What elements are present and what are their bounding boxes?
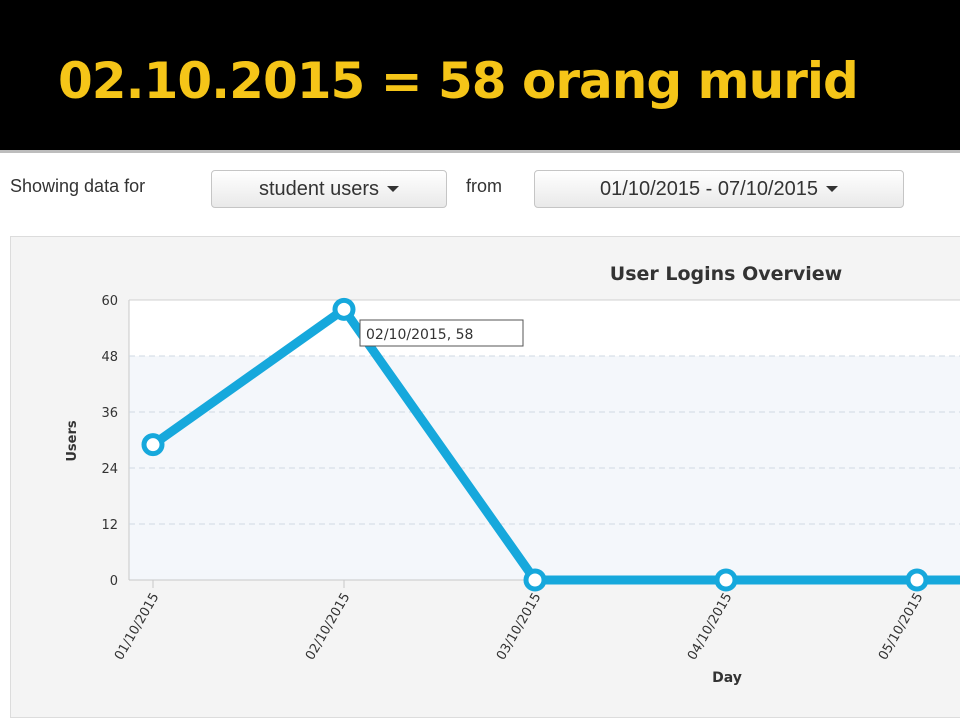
data-point (141, 433, 165, 457)
chart-title: User Logins Overview (610, 263, 842, 285)
x-tick-label: 02/10/2015 (303, 591, 353, 663)
y-tick-label: 0 (110, 574, 118, 589)
y-tick-label: 36 (101, 406, 118, 421)
y-tick-label: 24 (101, 462, 118, 477)
x-axis-label: Day (712, 670, 742, 686)
user-logins-chart: 0 12 24 36 48 60 01/10/2015 02/10/2015 03/10/20… (65, 263, 960, 686)
data-point (523, 568, 547, 592)
tooltip: 02/10/2015, 58 (359, 319, 524, 347)
data-point (905, 568, 929, 592)
y-axis-label: Users (65, 420, 80, 462)
x-tick-label: 03/10/2015 (494, 591, 544, 663)
tooltip-text: 02/10/2015, 58 (366, 327, 473, 343)
data-point (332, 297, 356, 321)
y-tick-label: 48 (101, 350, 118, 365)
y-tick-label: 60 (101, 294, 118, 309)
data-point (714, 568, 738, 592)
x-tick-label: 04/10/2015 (685, 591, 735, 663)
y-tick-label: 12 (101, 518, 118, 533)
x-tick-label: 01/10/2015 (112, 591, 162, 663)
x-tick-label: 05/10/2015 (876, 591, 926, 663)
